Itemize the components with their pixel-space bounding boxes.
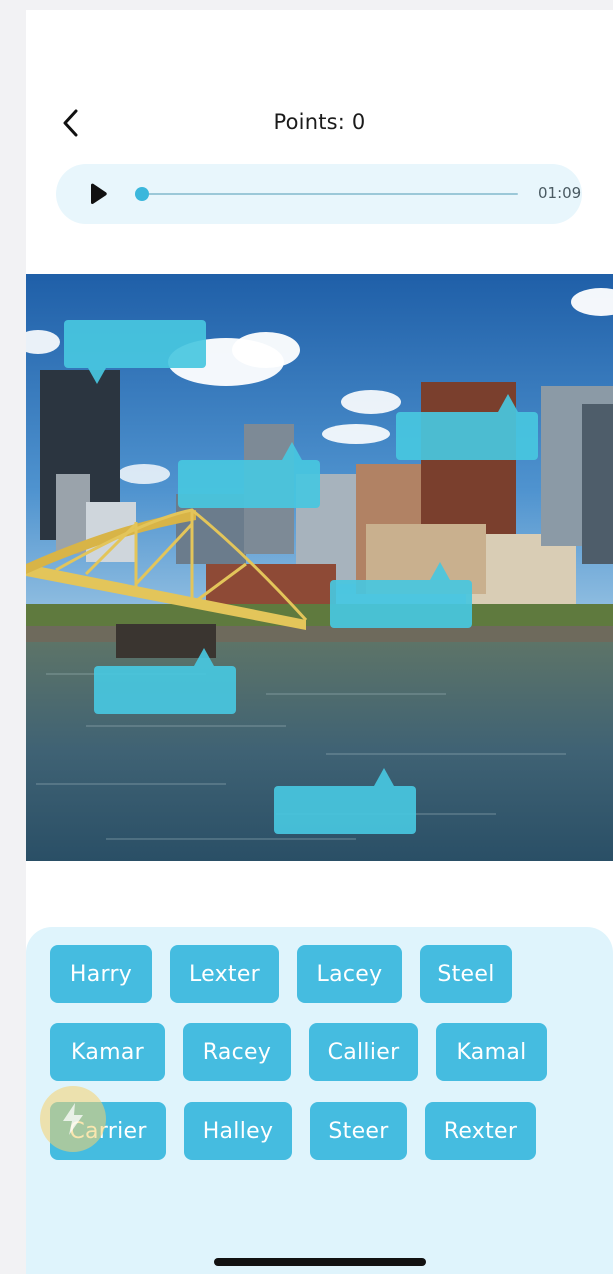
- word-chip[interactable]: Kamal: [436, 1023, 547, 1081]
- word-chip[interactable]: Kamar: [50, 1023, 165, 1081]
- word-chip[interactable]: Harry: [50, 945, 152, 1003]
- hint-button[interactable]: [40, 1086, 106, 1152]
- answer-bubble-3[interactable]: [396, 394, 538, 460]
- word-chip[interactable]: Racey: [183, 1023, 291, 1081]
- answer-bubble-2[interactable]: [178, 442, 320, 508]
- points-counter: Points: 0: [273, 110, 366, 134]
- word-chip[interactable]: Rexter: [425, 1102, 536, 1160]
- audio-progress-thumb[interactable]: [135, 187, 149, 201]
- audio-player: 01:09: [56, 164, 582, 224]
- answer-bubble-5[interactable]: [94, 648, 236, 714]
- word-chip[interactable]: Lacey: [297, 945, 402, 1003]
- home-indicator: [214, 1258, 426, 1266]
- play-button[interactable]: [86, 182, 110, 206]
- word-chip[interactable]: Steel: [420, 945, 512, 1003]
- word-chip[interactable]: Halley: [184, 1102, 292, 1160]
- lightning-bolt-icon: [63, 1103, 83, 1135]
- audio-time: 01:09: [538, 184, 582, 202]
- word-chip[interactable]: Callier: [309, 1023, 418, 1081]
- play-icon: [91, 183, 107, 205]
- answer-bubble-1[interactable]: [64, 320, 206, 384]
- scene-image: [26, 274, 613, 861]
- answer-bubble-6[interactable]: [274, 768, 416, 834]
- answer-bubble-4[interactable]: [330, 562, 472, 628]
- audio-progress-track[interactable]: [135, 187, 518, 201]
- word-chip[interactable]: Steer: [310, 1102, 407, 1160]
- word-chip[interactable]: Lexter: [170, 945, 279, 1003]
- app-screen: Points: 0 01:09 Harry Lexter Lacey Steel…: [26, 10, 613, 1274]
